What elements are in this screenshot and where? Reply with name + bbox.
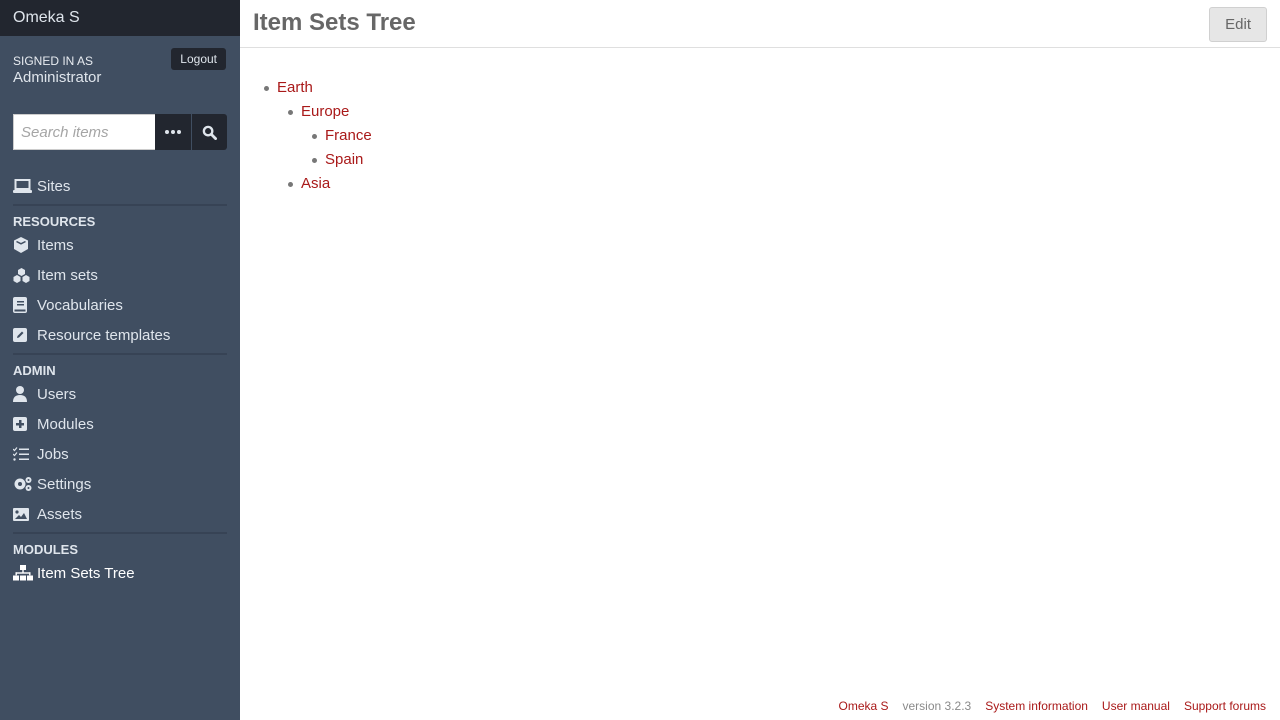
sidebar-item-items[interactable]: Items xyxy=(13,230,227,260)
section-heading-modules: Modules xyxy=(13,542,78,557)
sidebar-item-label: Resource templates xyxy=(37,326,171,344)
sidebar-item-users[interactable]: Users xyxy=(13,379,227,409)
tasks-icon xyxy=(13,447,37,461)
item-sets-tree: Earth Europe France Spain Asia xyxy=(264,76,372,196)
footer: Omeka S version 3.2.3 System information… xyxy=(838,699,1266,713)
cubes-icon xyxy=(13,267,37,283)
pencil-square-icon xyxy=(13,328,37,342)
sidebar-item-vocabularies[interactable]: Vocabularies xyxy=(13,290,227,320)
advanced-search-button[interactable] xyxy=(155,114,191,150)
tree-node: Earth Europe France Spain Asia xyxy=(264,76,372,196)
logout-button[interactable]: Logout xyxy=(171,48,226,70)
tree-link-france[interactable]: France xyxy=(325,127,372,144)
user-panel: Signed in as Administrator Logout xyxy=(0,36,240,114)
sidebar-item-resource-templates[interactable]: Resource templates xyxy=(13,320,227,350)
section-heading-resources: Resources xyxy=(13,214,96,229)
tree-link-asia[interactable]: Asia xyxy=(301,175,330,192)
sidebar-item-label: Sites xyxy=(37,177,71,195)
page-header: Item Sets Tree Edit xyxy=(240,0,1280,48)
sidebar-item-label: Jobs xyxy=(37,445,69,463)
sidebar-item-label: Users xyxy=(37,385,77,403)
sidebar-item-settings[interactable]: Settings xyxy=(13,469,227,499)
footer-user-manual-link[interactable]: User manual xyxy=(1102,699,1170,713)
sidebar: Omeka S Signed in as Administrator Logou… xyxy=(0,0,240,720)
tree-link-earth[interactable]: Earth xyxy=(277,79,313,96)
sidebar-item-jobs[interactable]: Jobs xyxy=(13,439,227,469)
sidebar-item-label: Settings xyxy=(37,475,92,493)
sidebar-item-sites[interactable]: Sites xyxy=(13,171,227,201)
divider xyxy=(13,204,227,206)
tree-node: Europe France Spain xyxy=(288,100,372,172)
tree-link-europe[interactable]: Europe xyxy=(301,103,349,120)
search-icon xyxy=(202,125,217,140)
cube-icon xyxy=(13,237,37,253)
laptop-icon xyxy=(13,179,37,193)
divider xyxy=(13,532,227,534)
footer-system-info-link[interactable]: System information xyxy=(985,699,1088,713)
section-heading-admin: Admin xyxy=(13,363,56,378)
sidebar-item-assets[interactable]: Assets xyxy=(13,499,227,529)
sidebar-item-label: Modules xyxy=(37,415,94,433)
sidebar-item-label: Item Sets Tree xyxy=(37,564,135,582)
plus-square-icon xyxy=(13,417,37,431)
sidebar-nav: Sites Resources Items Item sets Vocabula… xyxy=(13,171,227,588)
search-form xyxy=(13,114,227,150)
search-input[interactable] xyxy=(13,114,155,150)
ellipsis-icon xyxy=(165,130,181,134)
image-icon xyxy=(13,507,37,521)
tree-node: Asia xyxy=(288,172,372,196)
divider xyxy=(13,353,227,355)
edit-button[interactable]: Edit xyxy=(1209,7,1267,42)
sidebar-item-item-sets-tree[interactable]: Item Sets Tree xyxy=(13,558,227,588)
search-button[interactable] xyxy=(191,114,227,150)
sidebar-item-label: Assets xyxy=(37,505,83,523)
version-text: version 3.2.3 xyxy=(902,699,972,713)
sidebar-item-modules[interactable]: Modules xyxy=(13,409,227,439)
tree-node: France xyxy=(312,124,372,148)
sidebar-item-label: Item sets xyxy=(37,266,98,284)
footer-support-forums-link[interactable]: Support forums xyxy=(1184,699,1266,713)
user-icon xyxy=(13,386,37,402)
book-icon xyxy=(13,297,37,313)
page-title: Item Sets Tree xyxy=(253,9,416,36)
app-logo[interactable]: Omeka S xyxy=(0,0,240,36)
user-name[interactable]: Administrator xyxy=(13,69,227,86)
cogs-icon xyxy=(13,476,37,492)
footer-omeka-link[interactable]: Omeka S xyxy=(838,699,888,713)
sitemap-icon xyxy=(13,565,37,581)
tree-link-spain[interactable]: Spain xyxy=(325,151,363,168)
tree-node: Spain xyxy=(312,148,372,172)
sidebar-item-label: Items xyxy=(37,236,74,254)
sidebar-item-label: Vocabularies xyxy=(37,296,123,314)
sidebar-item-item-sets[interactable]: Item sets xyxy=(13,260,227,290)
